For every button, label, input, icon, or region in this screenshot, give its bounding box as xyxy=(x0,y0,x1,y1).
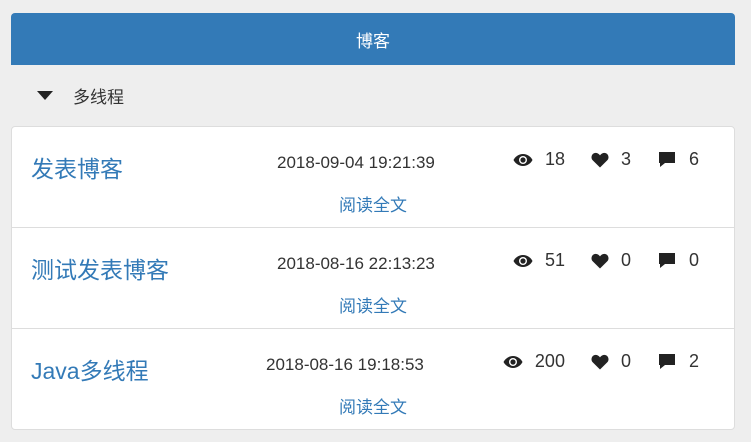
post-date: 2018-08-16 22:13:23 xyxy=(277,254,435,273)
likes-stat: 3 xyxy=(591,149,631,170)
category-toggle[interactable]: 多线程 xyxy=(11,72,735,118)
comments-count: 2 xyxy=(688,351,699,371)
comments-stat: 0 xyxy=(657,250,699,271)
read-more-wrap: 阅读全文 xyxy=(12,191,734,216)
likes-count: 0 xyxy=(620,250,631,270)
read-more-link[interactable]: 阅读全文 xyxy=(339,398,407,417)
post-stats: 200 0 2 xyxy=(503,351,699,372)
caret-down-icon xyxy=(37,90,53,100)
likes-stat: 0 xyxy=(591,351,631,372)
heart-icon xyxy=(591,354,609,369)
likes-stat: 0 xyxy=(591,250,631,271)
comments-count: 0 xyxy=(688,250,699,270)
post-stats: 51 0 0 xyxy=(513,250,699,271)
comment-icon xyxy=(658,353,675,369)
eye-icon xyxy=(513,254,533,267)
heart-icon xyxy=(591,152,609,167)
views-count: 51 xyxy=(544,250,565,270)
post-title-link[interactable]: Java多线程 xyxy=(31,352,149,386)
page: 博客 多线程 发表博客 2018-09-04 19:21:39 18 3 6 阅… xyxy=(0,0,751,442)
views-count: 200 xyxy=(534,351,565,371)
views-stat: 51 xyxy=(513,250,565,271)
post-date: 2018-09-04 19:21:39 xyxy=(277,153,435,172)
read-more-link[interactable]: 阅读全文 xyxy=(339,196,407,215)
list-item: 测试发表博客 2018-08-16 22:13:23 51 0 0 阅读全文 xyxy=(12,227,734,328)
views-stat: 18 xyxy=(513,149,565,170)
heart-icon xyxy=(591,253,609,268)
page-title: 博客 xyxy=(356,31,390,51)
read-more-wrap: 阅读全文 xyxy=(12,393,734,418)
views-stat: 200 xyxy=(503,351,565,372)
comments-stat: 6 xyxy=(657,149,699,170)
views-count: 18 xyxy=(544,149,565,169)
eye-icon xyxy=(513,153,533,166)
comments-stat: 2 xyxy=(657,351,699,372)
post-date: 2018-08-16 19:18:53 xyxy=(266,355,424,374)
list-item: Java多线程 2018-08-16 19:18:53 200 0 2 阅读全文 xyxy=(12,328,734,429)
page-header: 博客 xyxy=(11,13,735,65)
list-item: 发表博客 2018-09-04 19:21:39 18 3 6 阅读全文 xyxy=(12,127,734,227)
post-list: 发表博客 2018-09-04 19:21:39 18 3 6 阅读全文 测试发… xyxy=(11,126,735,430)
comment-icon xyxy=(658,151,675,167)
comments-count: 6 xyxy=(688,149,699,169)
comment-icon xyxy=(658,252,675,268)
post-stats: 18 3 6 xyxy=(513,149,699,170)
likes-count: 0 xyxy=(620,351,631,371)
post-title-link[interactable]: 测试发表博客 xyxy=(31,251,169,285)
eye-icon xyxy=(503,355,523,368)
category-label: 多线程 xyxy=(73,87,124,107)
post-title-link[interactable]: 发表博客 xyxy=(31,150,123,184)
read-more-link[interactable]: 阅读全文 xyxy=(339,297,407,316)
read-more-wrap: 阅读全文 xyxy=(12,292,734,317)
likes-count: 3 xyxy=(620,149,631,169)
